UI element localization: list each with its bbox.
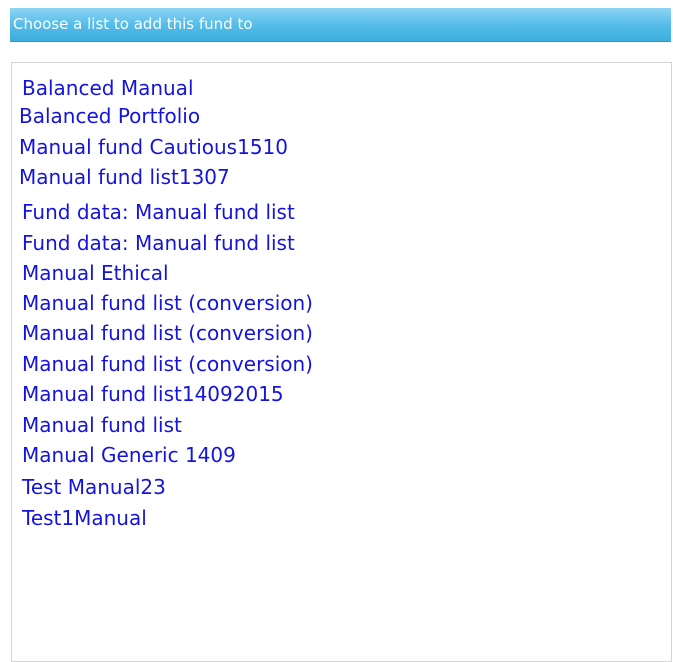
list-item-manual-fund-list-conversion-3[interactable]: Manual fund list (conversion) (22, 352, 313, 376)
list-item-manual-fund-list14092015[interactable]: Manual fund list14092015 (22, 382, 284, 406)
list-item-balanced-portfolio[interactable]: Balanced Portfolio (19, 104, 200, 128)
list-item-test1manual[interactable]: Test1Manual (22, 506, 147, 530)
list-item-manual-generic-1409[interactable]: Manual Generic 1409 (22, 443, 236, 467)
list-item-manual-fund-list-conversion-1[interactable]: Manual fund list (conversion) (22, 291, 313, 315)
list-item-fund-data-manual-fund-list-1[interactable]: Fund data: Manual fund list (22, 200, 295, 224)
fund-list-box[interactable]: Balanced Manual Balanced Portfolio Manua… (11, 62, 672, 662)
list-item-manual-ethical[interactable]: Manual Ethical (22, 261, 169, 285)
list-item-balanced-manual[interactable]: Balanced Manual (22, 76, 194, 100)
list-item-test-manual23[interactable]: Test Manual23 (22, 475, 166, 499)
list-item-manual-fund-list-conversion-2[interactable]: Manual fund list (conversion) (22, 321, 313, 345)
list-item-fund-data-manual-fund-list-2[interactable]: Fund data: Manual fund list (22, 231, 295, 255)
list-item-manual-fund-list1307[interactable]: Manual fund list1307 (19, 165, 230, 189)
list-item-manual-fund-list[interactable]: Manual fund list (22, 413, 182, 437)
dialog-header: Choose a list to add this fund to (10, 8, 671, 42)
dialog-title: Choose a list to add this fund to (13, 15, 253, 33)
list-item-manual-fund-cautious1510[interactable]: Manual fund Cautious1510 (19, 135, 288, 159)
